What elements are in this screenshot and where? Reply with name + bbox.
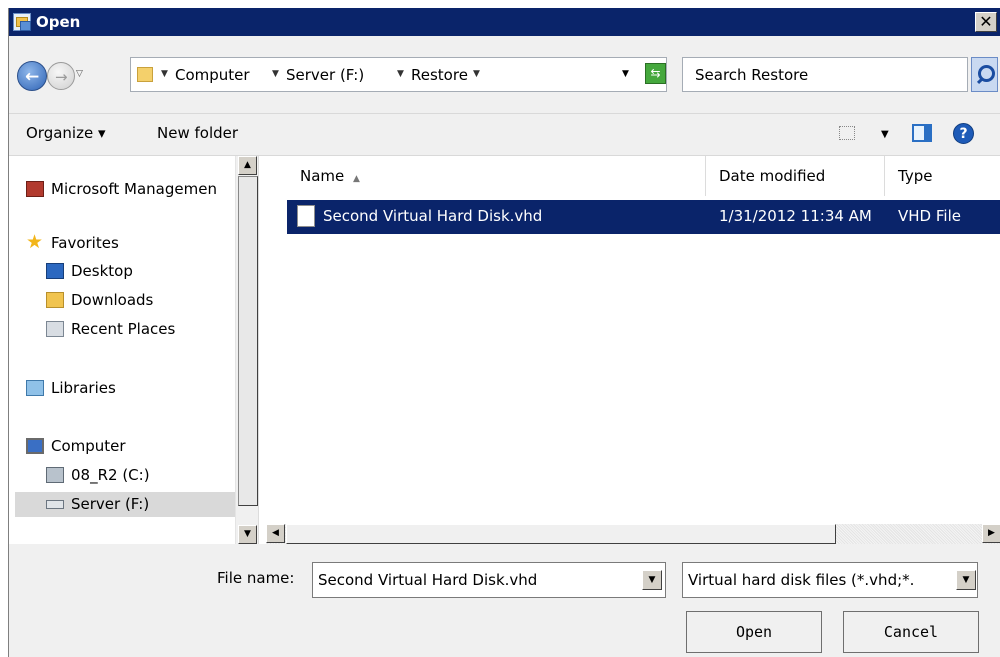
- favorites-star-icon: ★: [26, 231, 44, 253]
- title-bar[interactable]: Open ✕: [9, 8, 1000, 36]
- file-name-input[interactable]: Second Virtual Hard Disk.vhd: [312, 562, 666, 598]
- sidebar-item-label: Microsoft Managemen: [51, 180, 217, 198]
- column-header-label: Type: [898, 167, 933, 185]
- system-drive-icon: [46, 467, 64, 483]
- file-name: Second Virtual Hard Disk.vhd: [323, 207, 543, 225]
- sidebar-item-label: Downloads: [71, 291, 154, 309]
- sidebar-item-label: Libraries: [51, 379, 116, 397]
- open-button[interactable]: Open: [686, 611, 822, 653]
- file-date-modified: 1/31/2012 11:34 AM: [719, 207, 872, 225]
- column-header-type[interactable]: Type: [885, 156, 1000, 196]
- breadcrumb-chevron-icon[interactable]: ▼: [473, 69, 480, 79]
- dialog-footer: File name: Second Virtual Hard Disk.vhd …: [9, 544, 1000, 657]
- navigation-bar: ← → ▽ ▼ Computer ▼ Server (F:) ▼ Restore…: [9, 36, 1000, 114]
- file-name-value: Second Virtual Hard Disk.vhd: [318, 571, 538, 589]
- sidebar-item-label: Recent Places: [71, 320, 176, 338]
- column-header-label: Date modified: [719, 167, 826, 185]
- forward-arrow-icon: →: [55, 68, 68, 86]
- file-icon: [297, 205, 315, 227]
- file-list-horizontal-scrollbar[interactable]: ◀ ▶: [266, 524, 1000, 544]
- dialog-title: Open: [36, 13, 81, 31]
- change-view-icon[interactable]: [839, 126, 855, 140]
- column-header-label: Name: [300, 167, 345, 185]
- navigation-scrollbar[interactable]: ▲ ▼: [235, 156, 258, 544]
- file-name-dropdown-icon[interactable]: ▼: [642, 570, 662, 590]
- address-history-dropdown-icon[interactable]: ▼: [622, 69, 629, 79]
- horizontal-scroll-thumb[interactable]: [286, 524, 836, 544]
- breadcrumb-restore[interactable]: Restore: [411, 66, 468, 84]
- sort-ascending-icon: ▲: [353, 174, 360, 184]
- sidebar-item-label: Server (F:): [71, 495, 150, 513]
- search-placeholder: Search Restore: [695, 66, 809, 84]
- drive-icon: [46, 500, 64, 509]
- scroll-down-icon[interactable]: ▼: [238, 525, 257, 544]
- dialog-app-icon: [13, 13, 31, 31]
- scroll-left-icon[interactable]: ◀: [266, 524, 285, 543]
- help-icon[interactable]: ?: [953, 123, 974, 144]
- preview-pane-icon[interactable]: [912, 124, 932, 142]
- search-icon[interactable]: [971, 57, 998, 92]
- folder-icon: [137, 67, 153, 82]
- column-header-name[interactable]: Name ▲: [287, 156, 706, 196]
- sidebar-item-label: Desktop: [71, 262, 133, 280]
- back-arrow-icon: ←: [25, 67, 40, 87]
- forward-button[interactable]: →: [47, 62, 75, 90]
- search-input[interactable]: Search Restore: [682, 57, 968, 92]
- sidebar-item-label: Favorites: [51, 234, 119, 252]
- management-console-icon: [26, 181, 44, 197]
- sidebar-item-label: 08_R2 (C:): [71, 466, 150, 484]
- column-header-date-modified[interactable]: Date modified: [706, 156, 885, 196]
- libraries-icon: [26, 380, 44, 396]
- desktop-icon: [46, 263, 64, 279]
- new-folder-button[interactable]: New folder: [157, 124, 238, 142]
- computer-icon: [26, 438, 44, 454]
- file-type-select[interactable]: Virtual hard disk files (*.vhd;*.: [682, 562, 978, 598]
- close-button[interactable]: ✕: [975, 12, 997, 32]
- downloads-folder-icon: [46, 292, 64, 308]
- cancel-button[interactable]: Cancel: [843, 611, 979, 653]
- navigation-scroll-thumb[interactable]: [238, 176, 258, 506]
- file-row[interactable]: Second Virtual Hard Disk.vhd 1/31/2012 1…: [287, 200, 1000, 234]
- file-type: VHD File: [898, 207, 961, 225]
- file-type-value: Virtual hard disk files (*.vhd;*.: [688, 571, 915, 589]
- breadcrumb-chevron-icon[interactable]: ▼: [397, 69, 404, 79]
- refresh-icon[interactable]: ⇆: [645, 63, 666, 84]
- recent-locations-dropdown-icon[interactable]: ▽: [76, 69, 83, 79]
- organize-button[interactable]: Organize ▾: [26, 124, 106, 142]
- command-toolbar: Organize ▾ New folder ▼ ?: [9, 114, 1000, 156]
- address-bar[interactable]: ▼ Computer ▼ Server (F:) ▼ Restore ▼ ▼ ⇆: [130, 57, 667, 92]
- pane-splitter[interactable]: [258, 156, 266, 544]
- breadcrumb-server-drive[interactable]: Server (F:): [286, 66, 364, 84]
- file-list: Name ▲ Date modified Type Second Virtual…: [266, 156, 1000, 544]
- scroll-up-icon[interactable]: ▲: [238, 156, 257, 175]
- recent-places-icon: [46, 321, 64, 337]
- breadcrumb-chevron-icon[interactable]: ▼: [272, 69, 279, 79]
- file-name-label: File name:: [217, 569, 295, 587]
- sidebar-item-label: Computer: [51, 437, 126, 455]
- breadcrumb-chevron-icon[interactable]: ▼: [161, 69, 168, 79]
- view-options-dropdown-icon[interactable]: ▼: [881, 129, 889, 140]
- scroll-right-icon[interactable]: ▶: [982, 524, 1000, 543]
- back-button[interactable]: ←: [17, 61, 47, 91]
- open-dialog: Open ✕ ← → ▽ ▼ Computer ▼ Server (F:) ▼ …: [8, 8, 1000, 657]
- breadcrumb-computer[interactable]: Computer: [175, 66, 250, 84]
- file-type-dropdown-icon[interactable]: ▼: [956, 570, 976, 590]
- navigation-pane: Microsoft Managemen ★ Favorites Desktop …: [9, 156, 258, 544]
